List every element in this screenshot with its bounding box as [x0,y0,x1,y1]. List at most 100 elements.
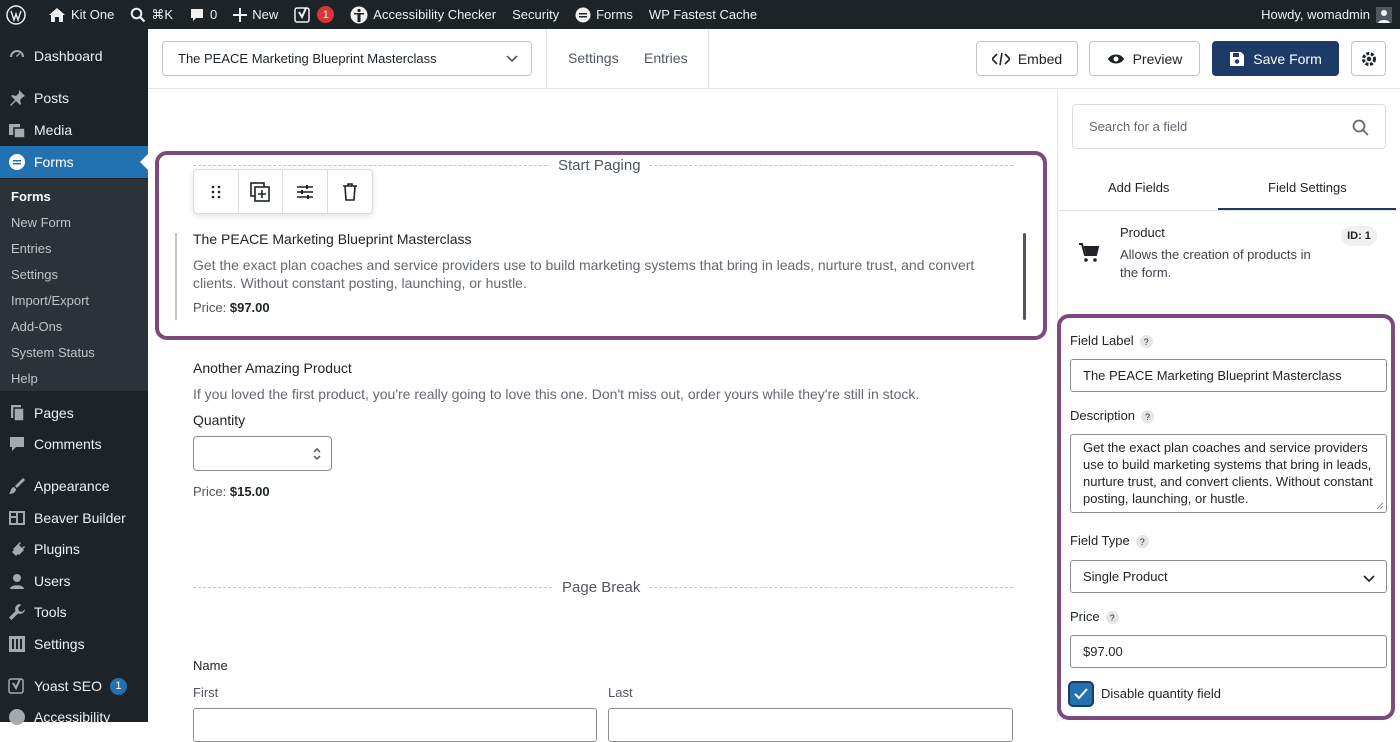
avatar [1376,6,1392,23]
field-type-select[interactable]: Single Product [1070,560,1387,593]
field-label-text: Field Label [1070,333,1134,348]
duplicate-field-button[interactable] [239,170,283,213]
wordpress-icon [6,4,26,25]
price-input[interactable]: $97.00 [1070,635,1387,668]
my-account-link[interactable]: Howdy, womadmin [1261,6,1400,23]
menu-settings-label: Settings [34,636,85,652]
tab-field-settings[interactable]: Field Settings [1268,180,1347,195]
product2-price: Price: $15.00 [193,484,270,499]
field-label-input[interactable]: The PEACE Marketing Blueprint Masterclas… [1070,359,1387,392]
disable-quantity-label[interactable]: Disable quantity field [1101,686,1221,701]
product2-title[interactable]: Another Amazing Product [193,360,352,376]
menu-yoast[interactable]: Yoast SEO 1 [0,670,148,702]
menu-settings[interactable]: Settings [0,628,148,660]
forms-icon [575,7,591,22]
field-search-input[interactable]: Search for a field [1072,104,1386,149]
yoast-badge: 1 [109,677,127,695]
yoast-icon [294,6,311,23]
embed-button[interactable]: Embed [976,41,1078,76]
quantity-input[interactable] [193,436,332,471]
page-break-label[interactable]: Page Break [554,579,649,596]
help-icon[interactable]: ? [1141,410,1155,424]
save-form-button[interactable]: Save Form [1212,41,1339,76]
menu-media[interactable]: Media [0,114,148,146]
menu-beaver-builder[interactable]: Beaver Builder [0,502,148,534]
accessibility-checker-label: Accessibility Checker [373,7,497,22]
command-search-button[interactable]: ⌘K [122,0,181,29]
submenu-forms[interactable]: Forms [11,189,51,204]
tab-add-fields[interactable]: Add Fields [1108,180,1169,195]
drag-handle[interactable] [194,170,239,213]
form-settings-gear-button[interactable] [1351,41,1386,76]
yoast-link[interactable]: 1 [286,0,342,29]
submenu-new-form[interactable]: New Form [11,215,71,230]
menu-tools-label: Tools [34,604,67,620]
new-content-link[interactable]: New [225,0,286,29]
help-icon[interactable]: ? [1139,335,1153,349]
menu-pages-label: Pages [34,405,74,421]
plug-icon [12,541,25,556]
wp-logo-button[interactable] [0,0,34,29]
field-label-value: The PEACE Marketing Blueprint Masterclas… [1083,368,1342,383]
product1-price: Price: $97.00 [193,300,270,315]
search-icon [131,7,146,22]
submenu-system-status[interactable]: System Status [11,345,95,360]
field-id-badge: ID: 1 [1341,226,1377,246]
menu-dashboard[interactable]: Dashboard [0,40,148,72]
description-textarea[interactable]: Get the exact plan coaches and service p… [1070,434,1387,513]
field-type-description-line2: the form. [1120,265,1172,280]
comments-link[interactable]: 0 [181,0,225,29]
menu-users[interactable]: Users [0,565,148,597]
field-action-toolbar [193,169,373,214]
field-settings-button[interactable] [283,170,328,213]
submenu-import-export[interactable]: Import/Export [11,293,89,308]
delete-field-button[interactable] [328,170,372,213]
last-name-input[interactable] [608,708,1013,742]
submenu-entries[interactable]: Entries [11,241,51,256]
yoast-icon [8,678,24,694]
site-name-link[interactable]: Kit One [40,0,122,29]
submenu-settings[interactable]: Settings [11,267,58,282]
submenu-add-ons[interactable]: Add-Ons [11,319,62,334]
menu-pages[interactable]: Pages [0,397,148,429]
grid-layout-icon [9,511,25,525]
accessibility-checker-link[interactable]: Accessibility Checker [342,0,504,29]
security-link[interactable]: Security [504,0,567,29]
field-type-name: Product [1120,225,1165,240]
description-line: posting, launching, or hustle. [1083,491,1249,506]
menu-comments[interactable]: Comments [0,428,148,460]
menu-dashboard-label: Dashboard [34,48,103,64]
forms-link[interactable]: Forms [567,0,641,29]
forms-submenu: Forms New Form Entries Settings Import/E… [0,179,148,391]
last-name-label: Last [608,685,633,700]
eye-icon [1107,54,1124,63]
help-icon[interactable]: ? [1135,535,1149,549]
tab-entries[interactable]: Entries [644,50,688,66]
menu-tools[interactable]: Tools [0,596,148,628]
menu-plugins[interactable]: Plugins [0,533,148,565]
field-right-border [1023,233,1026,320]
disable-quantity-checkbox[interactable] [1070,683,1092,705]
price-text: Price [1070,609,1100,624]
submenu-help[interactable]: Help [11,371,38,386]
resize-handle-icon [1376,502,1384,510]
form-switcher-select[interactable]: The PEACE Marketing Blueprint Masterclas… [162,41,532,76]
chevron-down-icon [1363,575,1375,583]
accessibility-icon [9,709,25,725]
fastest-cache-link[interactable]: WP Fastest Cache [641,0,765,29]
form-switcher-value: The PEACE Marketing Blueprint Masterclas… [178,51,437,66]
menu-appearance[interactable]: Appearance [0,470,148,502]
menu-posts[interactable]: Posts [0,82,148,114]
product1-title[interactable]: The PEACE Marketing Blueprint Masterclas… [193,231,472,247]
search-shortcut-label: ⌘K [151,6,174,22]
trash-icon [342,182,357,201]
help-icon[interactable]: ? [1105,611,1119,625]
menu-forms[interactable]: Forms [0,146,148,178]
tab-settings[interactable]: Settings [568,50,619,66]
name-field-label[interactable]: Name [193,658,228,673]
menu-accessibility[interactable]: Accessibility [0,701,148,733]
menu-yoast-label: Yoast SEO [34,678,102,694]
plus-icon [233,7,248,22]
preview-button[interactable]: Preview [1089,41,1200,76]
first-name-input[interactable] [193,708,597,742]
